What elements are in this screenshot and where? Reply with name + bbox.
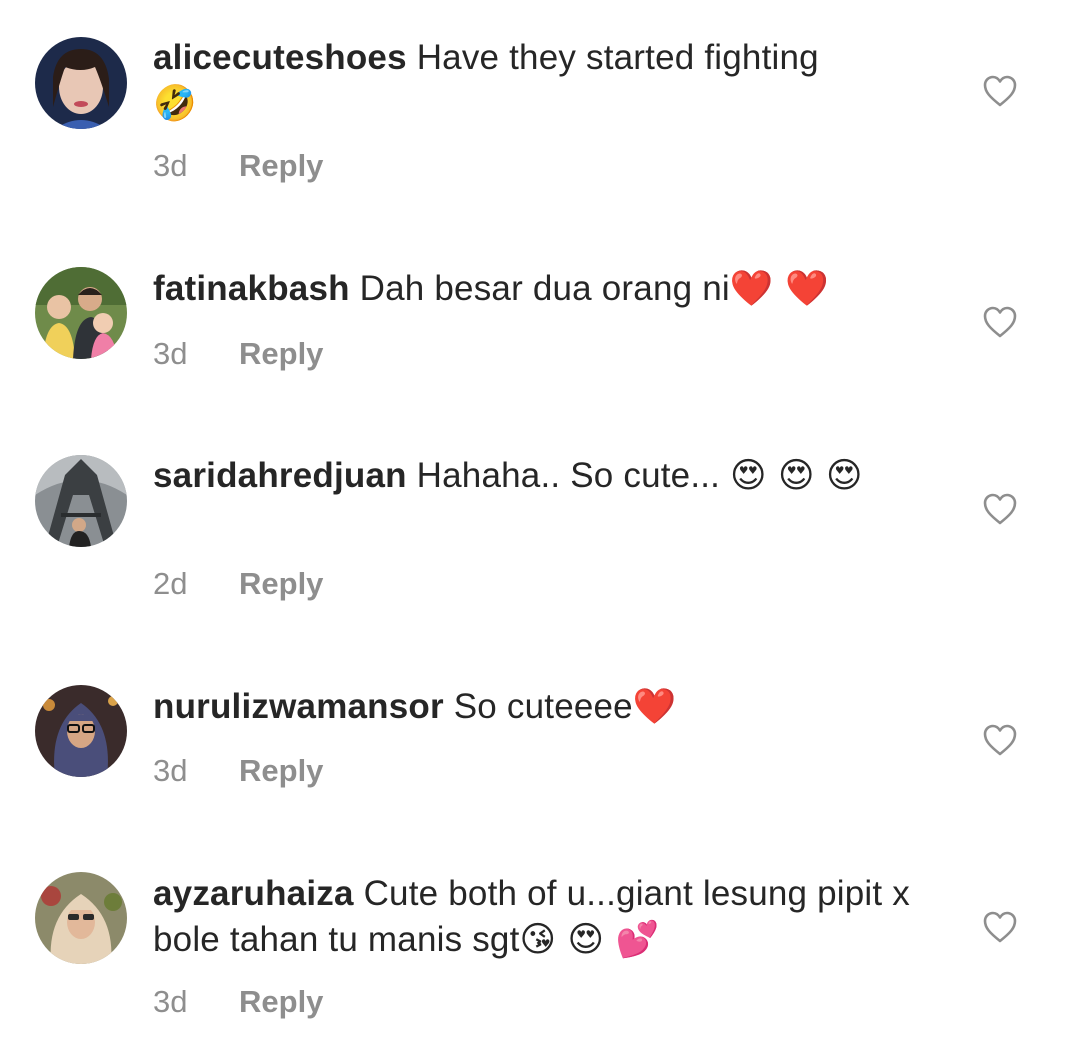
heart-outline-icon[interactable] [982, 74, 1018, 108]
comment-meta: 3d Reply [153, 334, 323, 374]
comment-meta: 3d Reply [153, 146, 323, 186]
comment-body: saridahredjuan Hahaha.. So cute... 😍 😍 😍 [153, 453, 913, 499]
comment-body: nurulizwamansor So cuteeee❤️ [153, 684, 913, 730]
avatar[interactable] [35, 267, 127, 359]
heart-outline-icon[interactable] [982, 305, 1018, 339]
comment-username[interactable]: ayzaruhaiza [153, 874, 354, 913]
comment-meta: 3d Reply [153, 751, 323, 791]
comment-emojis: ❤️ [632, 687, 677, 727]
comment-username[interactable]: nurulizwamansor [153, 687, 444, 726]
avatar[interactable] [35, 455, 127, 547]
reply-button[interactable]: Reply [239, 753, 323, 788]
comment-emojis: ❤️ ❤️ [729, 269, 829, 309]
avatar[interactable] [35, 685, 127, 777]
comment-body: ayzaruhaiza Cute both of u...giant lesun… [153, 871, 913, 963]
comment-emojis: 🤣 [153, 84, 197, 124]
comment-body: alicecuteshoes Have they started fightin… [153, 35, 913, 127]
heart-outline-icon[interactable] [982, 723, 1018, 757]
comment-timestamp: 3d [153, 753, 188, 788]
comment-timestamp: 2d [153, 566, 188, 601]
comment-username[interactable]: saridahredjuan [153, 456, 407, 495]
comment-body: fatinakbash Dah besar dua orang ni❤️ ❤️ [153, 266, 913, 312]
reply-button[interactable]: Reply [239, 984, 323, 1019]
comment-text: Dah besar dua orang ni [359, 269, 730, 308]
avatar[interactable] [35, 37, 127, 129]
heart-outline-icon[interactable] [982, 492, 1018, 526]
comment-text: So cuteeee [453, 687, 633, 726]
comment-username[interactable]: fatinakbash [153, 269, 350, 308]
comment-meta: 3d Reply [153, 982, 323, 1022]
comment-emojis: 😘 😍 💕 [519, 920, 660, 960]
avatar[interactable] [35, 872, 127, 964]
comment-meta: 2d Reply [153, 564, 323, 604]
reply-button[interactable]: Reply [239, 148, 323, 183]
reply-button[interactable]: Reply [239, 566, 323, 601]
heart-outline-icon[interactable] [982, 910, 1018, 944]
reply-button[interactable]: Reply [239, 336, 323, 371]
comment-timestamp: 3d [153, 984, 188, 1019]
comment-username[interactable]: alicecuteshoes [153, 38, 407, 77]
comment-text: Have they started fighting [416, 38, 819, 77]
comment-timestamp: 3d [153, 148, 188, 183]
comment-text: Hahaha.. So cute... [416, 456, 721, 495]
comment-emojis: 😍 😍 😍 [730, 456, 863, 496]
comment-timestamp: 3d [153, 336, 188, 371]
